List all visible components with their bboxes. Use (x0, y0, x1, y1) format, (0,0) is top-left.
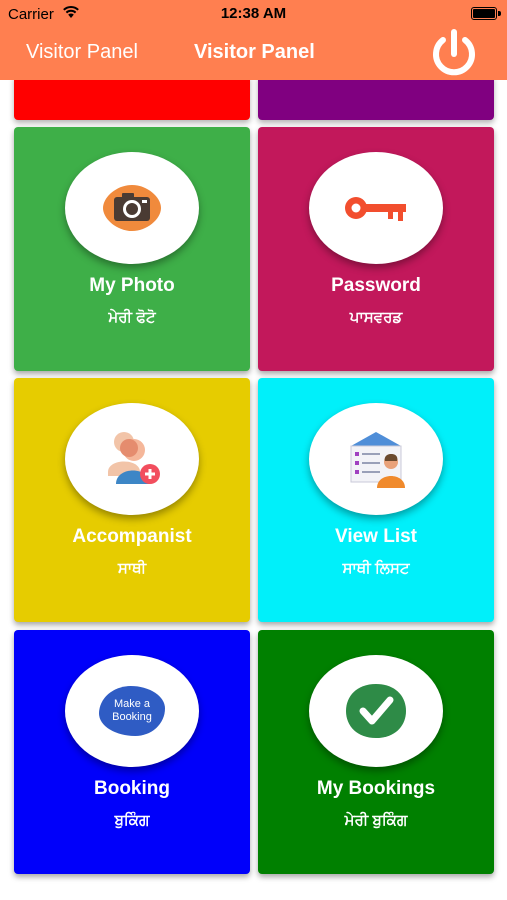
tile-partial-left[interactable] (14, 80, 250, 120)
tile-label-pa: ਸਾਥੀ ਲਿਸਟ (342, 560, 410, 577)
tile-booking[interactable]: Make a Booking Booking ਬੁਕਿੰਗ (14, 630, 250, 874)
make-booking-icon-text: Make a Booking (112, 698, 152, 723)
tile-label-en: View List (334, 526, 417, 547)
checkmark-icon (346, 684, 406, 738)
battery-icon (471, 7, 497, 20)
tile-view-list[interactable]: View List ਸਾਥੀ ਲਿਸਟ (258, 378, 494, 622)
tile-my-photo[interactable]: My Photo ਮੇਰੀ ਫੋਟੋ (14, 127, 250, 371)
status-time: 12:38 AM (220, 5, 287, 22)
battery-tip (498, 11, 501, 16)
navigation-bar: Visitor Panel Visitor Panel (0, 28, 507, 80)
accompanist-icon-circle (65, 403, 199, 515)
tile-label-pa: ਪਾਸਵਰਡ (349, 309, 403, 326)
tile-password[interactable]: Password ਪਾਸਵਰਡ (258, 127, 494, 371)
tile-label-pa: ਬੁਕਿੰਗ (114, 812, 150, 829)
tile-label-pa: ਮੇਰੀ ਬੁਕਿੰਗ (344, 812, 408, 829)
status-bar: Carrier 12:38 AM (0, 0, 507, 28)
add-user-icon (108, 432, 160, 484)
tile-label-en: My Bookings (316, 778, 436, 799)
tile-label-en: Booking (94, 778, 170, 799)
tile-label-en: Password (331, 275, 421, 296)
tile-label-en: My Photo (89, 275, 175, 296)
back-button[interactable]: Visitor Panel (26, 41, 138, 64)
booking-icon-circle: Make a Booking (65, 655, 199, 767)
my-photo-icon-circle (65, 152, 199, 264)
contact-list-icon (350, 432, 405, 488)
page-title: Visitor Panel (194, 41, 315, 63)
menu-grid: My Photo ਮੇਰੀ ਫੋਟੋ Password ਪਾਸਵਰਡ Accom… (0, 80, 507, 900)
camera-icon (103, 185, 161, 231)
password-icon-circle (309, 152, 443, 264)
key-icon (345, 197, 406, 221)
tile-partial-right[interactable] (258, 80, 494, 120)
tile-accompanist[interactable]: Accompanist ਸਾਥੀ (14, 378, 250, 622)
tile-label-pa: ਸਾਥੀ (117, 560, 147, 577)
power-icon[interactable] (427, 27, 481, 81)
view-list-icon-circle (309, 403, 443, 515)
my-bookings-icon-circle (309, 655, 443, 767)
tile-label-pa: ਮੇਰੀ ਫੋਟੋ (108, 309, 156, 326)
tile-label-en: Accompanist (72, 526, 192, 547)
tile-my-bookings[interactable]: My Bookings ਮੇਰੀ ਬੁਕਿੰਗ (258, 630, 494, 874)
make-booking-icon: Make a Booking (99, 686, 165, 736)
